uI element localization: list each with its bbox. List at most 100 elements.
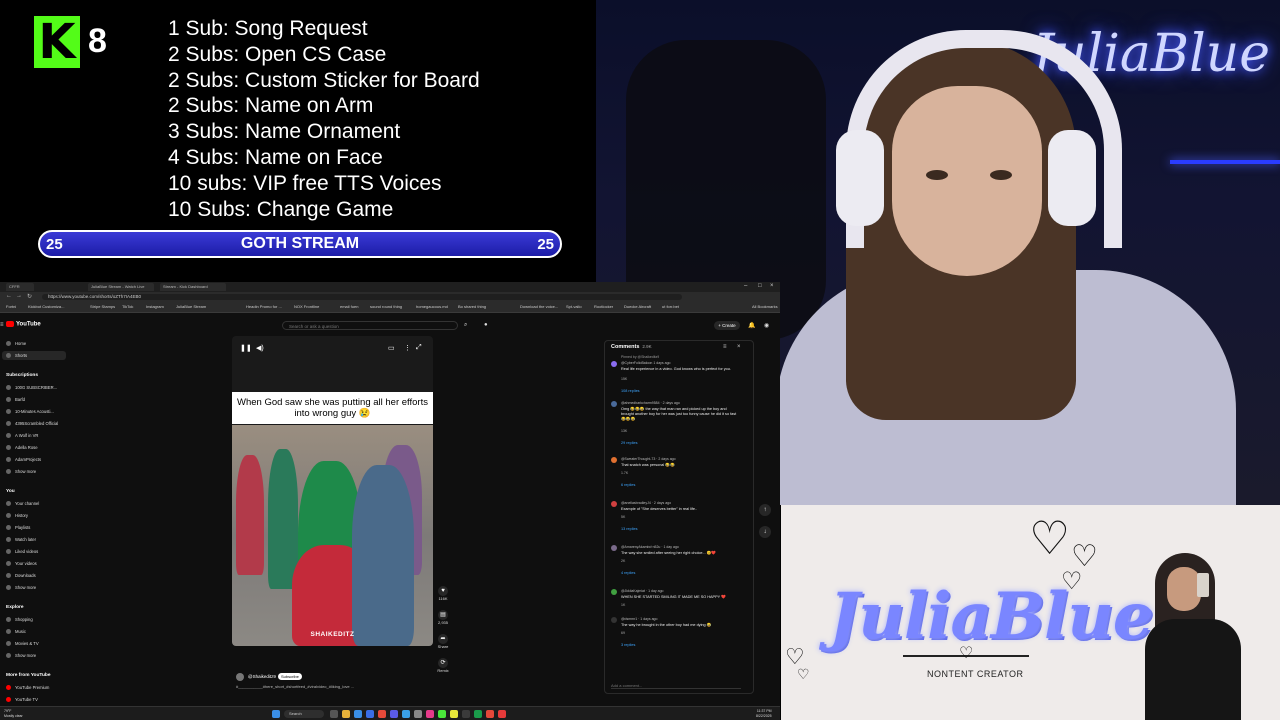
sidebar-item-shopping[interactable]: Shopping — [6, 617, 33, 623]
bookmark[interactable]: Rootlocker — [594, 304, 613, 309]
comment-likes[interactable]: 15K — [621, 377, 627, 381]
weather-widget[interactable]: 79°F Mostly clear — [4, 709, 23, 718]
scroll-down-icon[interactable]: ↓ — [759, 526, 771, 538]
sort-icon[interactable]: ≡ — [723, 344, 727, 350]
sidebar-item-youtube-tv[interactable]: YouTube TV — [6, 697, 38, 703]
notifications-icon[interactable]: 🔔 — [748, 322, 755, 329]
bookmark[interactable]: email fuen — [340, 304, 358, 309]
show-more-button[interactable]: Show more — [6, 585, 36, 591]
file-explorer-icon[interactable] — [342, 710, 350, 718]
windows-start-icon[interactable] — [272, 710, 280, 718]
replies-toggle[interactable]: 6 replies — [621, 483, 635, 487]
discord-icon[interactable] — [390, 710, 398, 718]
edge-icon[interactable] — [354, 710, 362, 718]
comment-author[interactable]: @dsmmr1 · 1 days ago — [621, 617, 657, 621]
comment-likes[interactable]: 1.7K — [621, 471, 628, 475]
url-field[interactable]: https://www.youtube.com/shorts/oZTh7IA4E… — [42, 294, 682, 300]
more-options-icon[interactable]: ⋮ — [404, 344, 411, 352]
chrome-icon[interactable] — [438, 710, 446, 718]
bookmark[interactable]: homegaucous.md — [416, 304, 448, 309]
app-icon[interactable] — [450, 710, 458, 718]
bookmark[interactable]: NOX Frontline — [294, 304, 319, 309]
close-icon[interactable]: × — [770, 283, 774, 289]
comment-likes[interactable]: 2K — [621, 559, 625, 563]
avatar[interactable]: ◉ — [764, 322, 769, 329]
commenter-avatar[interactable] — [611, 589, 617, 595]
app-icon[interactable] — [498, 710, 506, 718]
sidebar-subscription[interactable]: AdamProjects — [6, 457, 41, 463]
sidebar-subscription[interactable]: 100G SUBSCRIBER... — [6, 385, 57, 391]
app-icon[interactable] — [414, 710, 422, 718]
you-heading[interactable]: You — [6, 489, 15, 494]
close-icon[interactable]: × — [737, 344, 741, 350]
comment-likes[interactable]: 13K — [621, 429, 627, 433]
bookmark[interactable]: Bo shared thing — [458, 304, 486, 309]
sidebar-item-movies[interactable]: Movies & TV — [6, 641, 39, 647]
sidebar-item-history[interactable]: History — [6, 513, 28, 519]
maximize-icon[interactable]: □ — [758, 283, 762, 289]
sidebar-subscription[interactable]: 4395Scrambled Official — [6, 421, 58, 427]
share-button[interactable]: ➦ Share — [436, 634, 450, 649]
comment-likes[interactable]: 1K — [621, 603, 625, 607]
search-icon[interactable]: ⌕ — [464, 322, 467, 329]
sidebar-subscription[interactable]: Barfd — [6, 397, 25, 403]
tab[interactable]: JuliaBlue Stream - Watch Live — [88, 283, 154, 291]
commenter-avatar[interactable] — [611, 401, 617, 407]
bookmark[interactable]: TikTok — [122, 304, 133, 309]
app-icon[interactable] — [378, 710, 386, 718]
subscribe-button[interactable]: Subscribe — [278, 673, 302, 680]
sidebar-item-home[interactable]: Home — [6, 341, 26, 347]
bookmark[interactable]: ut forr.bet — [662, 304, 679, 309]
app-icon[interactable] — [402, 710, 410, 718]
comment-likes[interactable]: 5K — [621, 515, 625, 519]
commenter-avatar[interactable] — [611, 501, 617, 507]
bookmark[interactable]: Headin Promo for ... — [246, 304, 282, 309]
sidebar-item-playlists[interactable]: Playlists — [6, 525, 30, 531]
minimize-icon[interactable]: – — [744, 283, 747, 289]
excel-icon[interactable] — [474, 710, 482, 718]
show-more-button[interactable]: Show more — [6, 653, 36, 659]
app-icon[interactable] — [486, 710, 494, 718]
search-input[interactable]: Search or ask a question — [282, 321, 458, 330]
channel-name[interactable]: @Shaikeditz9 — [248, 674, 276, 679]
app-icon[interactable] — [426, 710, 434, 718]
sidebar-item-your-videos[interactable]: Your videos — [6, 561, 37, 567]
mic-icon[interactable]: ● — [484, 322, 488, 328]
comment-author[interactable]: @JkkiiaKajmiat · 1 day ago — [621, 589, 663, 593]
bookmark[interactable]: Duecke Aircraft — [624, 304, 651, 309]
sidebar-subscription[interactable]: Adella Rose — [6, 445, 38, 451]
commenter-avatar[interactable] — [611, 457, 617, 463]
comment-author[interactable]: @anellasbradleyJ4 · 2 days ago — [621, 501, 671, 505]
sidebar-item-shorts[interactable]: Shorts — [6, 353, 27, 359]
volume-icon[interactable]: ◀) — [256, 344, 264, 352]
reload-icon[interactable]: ↻ — [27, 293, 32, 300]
fullscreen-icon[interactable]: ⤢ — [416, 344, 422, 352]
menu-icon[interactable]: ≡ — [0, 322, 4, 328]
sidebar-item-liked[interactable]: Liked videos — [6, 549, 38, 555]
sidebar-item-watch-later[interactable]: Watch later — [6, 537, 36, 543]
commenter-avatar[interactable] — [611, 617, 617, 623]
sidebar-item-premium[interactable]: YouTube Premium — [6, 685, 49, 691]
tab[interactable]: Stream - Kick Dashboard — [160, 283, 226, 291]
tab[interactable]: CFFR — [6, 283, 34, 291]
comment-likes[interactable]: 69 — [621, 631, 625, 635]
sidebar-item-downloads[interactable]: Downloads — [6, 573, 36, 579]
sidebar-subscription[interactable]: A Wolf in VR — [6, 433, 38, 439]
create-button[interactable]: + Create — [714, 321, 740, 330]
like-button[interactable]: ♥ 116K — [436, 586, 450, 601]
commenter-avatar[interactable] — [611, 361, 617, 367]
comment-author[interactable]: @CyberFolioBaloon 1 days ago — [621, 361, 670, 365]
add-comment-input[interactable]: Add a comment... — [611, 683, 741, 689]
youtube-logo[interactable]: YouTube — [6, 321, 41, 328]
show-more-button[interactable]: Show more — [6, 469, 36, 475]
back-icon[interactable]: ← — [6, 293, 12, 299]
bookmark[interactable]: Download the voice... — [520, 304, 558, 309]
comment-author[interactable]: @AmarenyAkambd·n52u · 1 day ago — [621, 545, 679, 549]
replies-toggle[interactable]: 13 replies — [621, 527, 637, 531]
store-icon[interactable] — [366, 710, 374, 718]
forward-icon[interactable]: → — [16, 293, 22, 299]
subscriptions-heading[interactable]: Subscriptions — [6, 373, 38, 378]
sidebar-item-your-channel[interactable]: Your channel — [6, 501, 39, 507]
bookmark[interactable]: sound round thing — [370, 304, 402, 309]
sidebar-item-music[interactable]: Music — [6, 629, 26, 635]
